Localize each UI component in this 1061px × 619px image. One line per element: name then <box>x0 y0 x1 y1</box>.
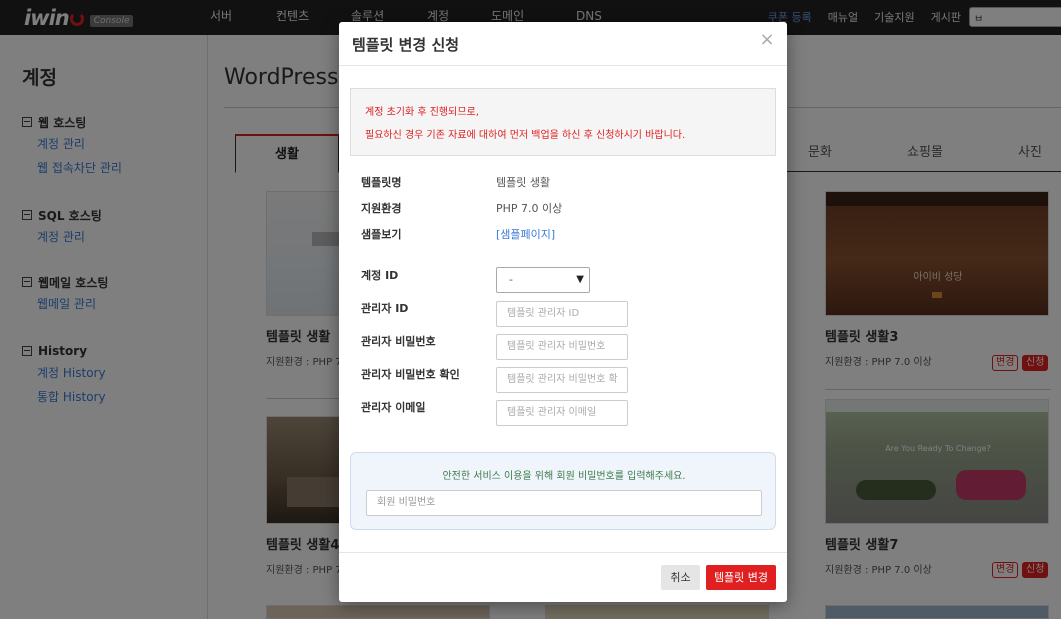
warning-text: 계정 초기화 후 진행되므로, <box>365 107 479 118</box>
warning-alert: 계정 초기화 후 진행되므로, 필요하신 경우 기존 자료에 대하여 먼저 백업… <box>350 88 776 156</box>
dialog-footer-divider <box>339 552 787 553</box>
form-label: 관리자 이메일 <box>361 401 426 414</box>
form-label: 계정 ID <box>361 269 399 282</box>
sample-page-link[interactable]: [샘플페이지] <box>496 227 555 243</box>
member-verify-box: 안전한 서비스 이용을 위해 회원 비밀번호를 입력해주세요. 회원 비밀번호 <box>350 452 776 530</box>
form-label: 관리자 비밀번호 확인 <box>361 368 460 381</box>
form-label: 관리자 비밀번호 <box>361 335 436 348</box>
form-label: 관리자 ID <box>361 302 409 315</box>
info-label: 템플릿명 <box>361 176 402 189</box>
admin-password-input[interactable]: 템플릿 관리자 비밀번호 <box>496 334 628 360</box>
verify-instruction: 안전한 서비스 이용을 위해 회원 비밀번호를 입력해주세요. <box>442 471 686 482</box>
template-change-dialog: 템플릿 변경 신청 × 계정 초기화 후 진행되므로, 필요하신 경우 기존 자… <box>339 22 787 602</box>
cancel-button[interactable]: 취소 <box>661 565 700 590</box>
info-value: 템플릿 생활 <box>496 176 551 189</box>
info-label: 지원환경 <box>361 202 402 215</box>
select-value: - <box>509 273 513 286</box>
admin-password-confirm-input[interactable]: 템플릿 관리자 비밀번호 확 <box>496 367 628 393</box>
close-icon[interactable]: × <box>759 31 775 49</box>
submit-template-change-button[interactable]: 템플릿 변경 <box>706 565 776 590</box>
caret-down-icon: ▼ <box>576 274 584 285</box>
dialog-header: 템플릿 변경 신청 × <box>339 22 787 66</box>
member-password-input[interactable]: 회원 비밀번호 <box>366 490 762 516</box>
info-label: 샘플보기 <box>361 228 402 241</box>
info-value: PHP 7.0 이상 <box>496 202 563 215</box>
account-id-select[interactable]: - ▼ <box>496 267 590 293</box>
admin-email-input[interactable]: 템플릿 관리자 이메일 <box>496 400 628 426</box>
warning-text: 필요하신 경우 기존 자료에 대하여 먼저 백업을 하신 후 신청하시기 바랍니… <box>365 130 686 141</box>
dialog-title: 템플릿 변경 신청 <box>352 36 460 54</box>
admin-id-input[interactable]: 템플릿 관리자 ID <box>496 301 628 327</box>
